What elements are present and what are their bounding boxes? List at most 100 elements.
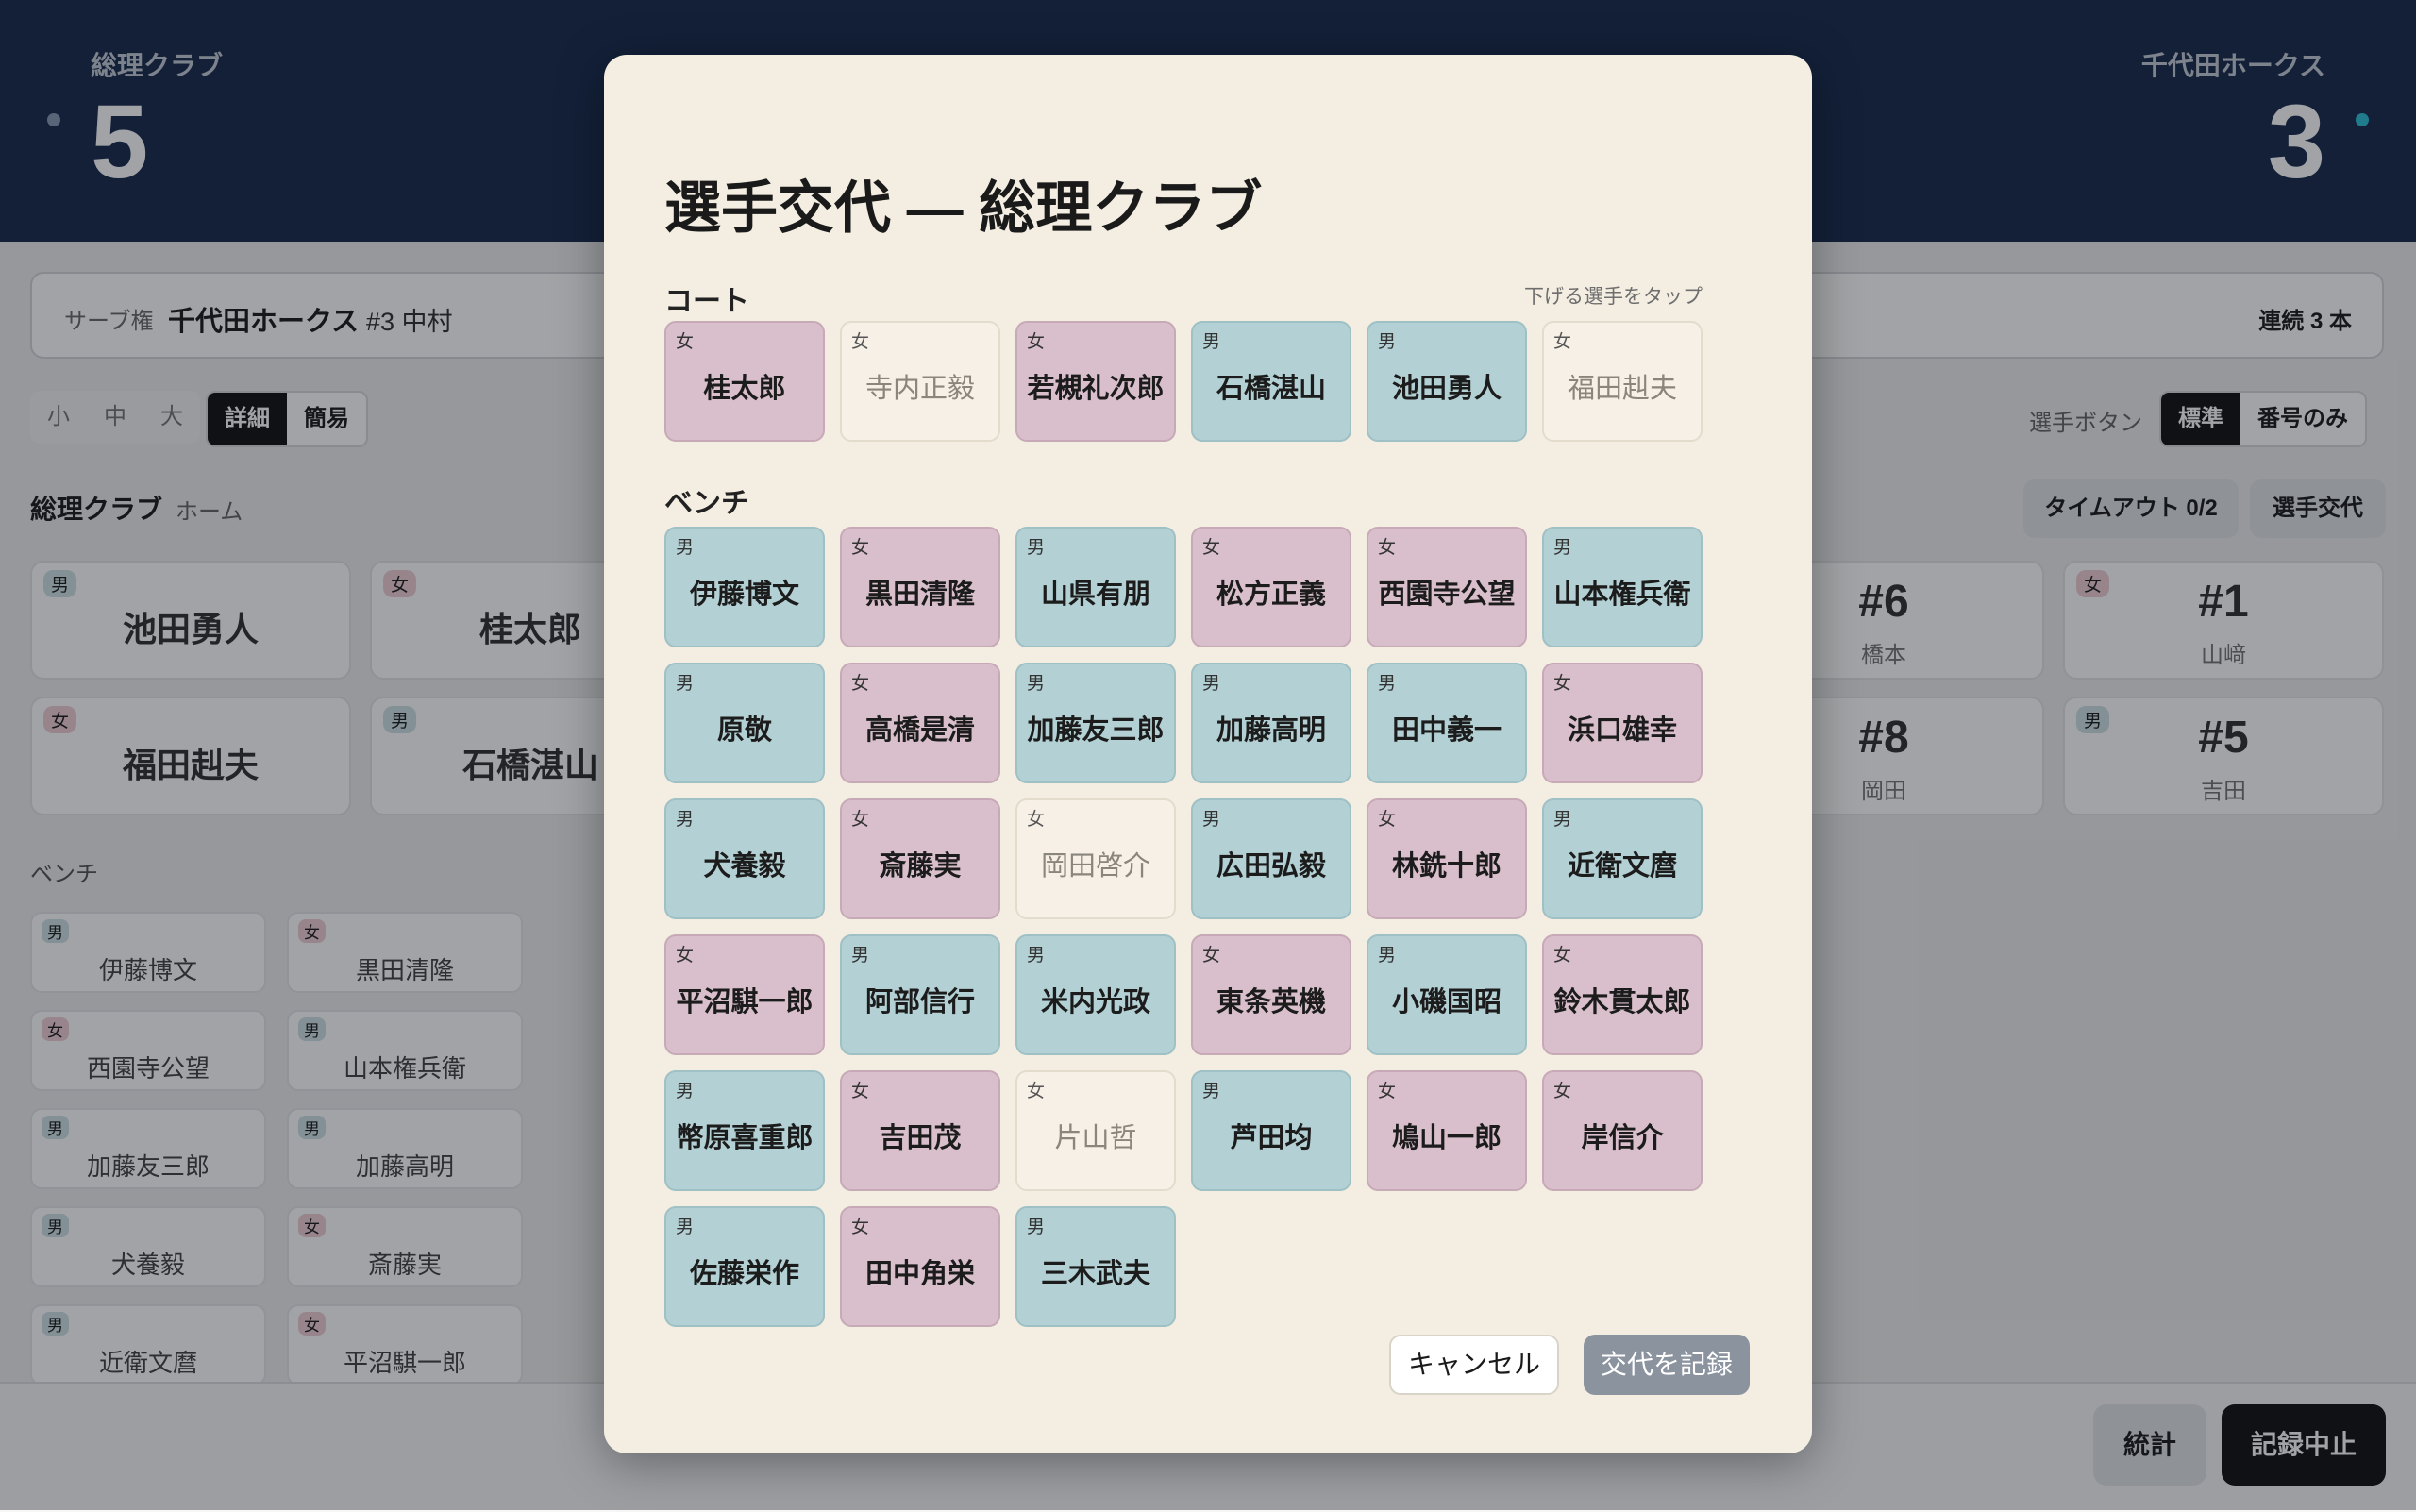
court-player-button[interactable]: 女桂太郎 [664, 321, 825, 442]
gender-badge: 女 [1378, 810, 1397, 830]
court-player-button[interactable]: 男石橋湛山 [1191, 321, 1351, 442]
gender-badge: 女 [676, 332, 695, 352]
gender-badge: 女 [851, 810, 870, 830]
gender-badge: 女 [851, 1082, 870, 1101]
player-name: 桂太郎 [703, 374, 786, 404]
bench-player-button[interactable]: 女岸信介 [1542, 1070, 1703, 1191]
gender-badge: 男 [1378, 674, 1397, 694]
gender-badge: 男 [1027, 946, 1046, 966]
bench-player-button[interactable]: 男原敬 [664, 663, 825, 783]
bench-player-button[interactable]: 男米内光政 [1015, 934, 1176, 1055]
player-name: 犬養毅 [703, 851, 786, 882]
bench-player-button[interactable]: 男犬養毅 [664, 798, 825, 919]
player-name: 三木武夫 [1040, 1259, 1150, 1289]
bench-player-button[interactable]: 女鈴木貫太郎 [1542, 934, 1703, 1055]
bench-player-button[interactable]: 女高橋是清 [840, 663, 1000, 783]
gender-badge: 女 [1027, 1082, 1046, 1101]
court-player-button[interactable]: 女福田赳夫 [1542, 321, 1703, 442]
gender-badge: 男 [1027, 674, 1046, 694]
player-name: 寺内正毅 [864, 374, 975, 404]
player-name: 原敬 [716, 715, 772, 746]
bench-player-button[interactable]: 男阿部信行 [840, 934, 1000, 1055]
bench-player-button[interactable]: 女片山哲 [1015, 1070, 1176, 1191]
court-player-button[interactable]: 女寺内正毅 [840, 321, 1000, 442]
player-name: 加藤高明 [1216, 715, 1326, 746]
court-hint: 下げる選手をタップ [1524, 286, 1703, 308]
gender-badge: 女 [1553, 332, 1572, 352]
court-player-button[interactable]: 男池田勇人 [1367, 321, 1527, 442]
bench-player-button[interactable]: 男加藤高明 [1191, 663, 1351, 783]
bench-player-button[interactable]: 女松方正義 [1191, 527, 1351, 647]
modal-title: 選手交代 — 総理クラブ [664, 176, 1263, 240]
player-name: 佐藤栄作 [689, 1259, 799, 1289]
record-substitution-button[interactable]: 交代を記録 [1584, 1335, 1750, 1395]
court-player-button[interactable]: 女若槻礼次郎 [1015, 321, 1176, 442]
player-name: 林銑十郎 [1391, 851, 1502, 882]
gender-badge: 男 [851, 946, 870, 966]
player-name: 広田弘毅 [1216, 851, 1326, 882]
bench-player-button[interactable]: 男田中義一 [1367, 663, 1527, 783]
gender-badge: 男 [1378, 946, 1397, 966]
player-name: 西園寺公望 [1378, 580, 1516, 610]
player-name: 鳩山一郎 [1391, 1123, 1502, 1153]
gender-badge: 女 [1378, 1082, 1397, 1101]
gender-badge: 男 [1202, 810, 1221, 830]
bench-player-button[interactable]: 女鳩山一郎 [1367, 1070, 1527, 1191]
bench-player-button[interactable]: 女浜口雄幸 [1542, 663, 1703, 783]
bench-player-button[interactable]: 女東条英機 [1191, 934, 1351, 1055]
bench-player-button[interactable]: 男加藤友三郎 [1015, 663, 1176, 783]
player-name: 米内光政 [1040, 987, 1150, 1017]
gender-badge: 女 [1553, 946, 1572, 966]
player-name: 吉田茂 [879, 1123, 962, 1153]
player-name: 福田赳夫 [1567, 374, 1677, 404]
gender-badge: 女 [1202, 946, 1221, 966]
gender-badge: 女 [1378, 538, 1397, 558]
player-name: 斎藤実 [879, 851, 962, 882]
gender-badge: 男 [1202, 674, 1221, 694]
bench-player-button[interactable]: 女岡田啓介 [1015, 798, 1176, 919]
bench-player-button[interactable]: 男佐藤栄作 [664, 1206, 825, 1327]
player-name: 山本権兵衛 [1553, 580, 1691, 610]
player-name: 阿部信行 [864, 987, 975, 1017]
player-name: 松方正義 [1216, 580, 1326, 610]
gender-badge: 女 [676, 946, 695, 966]
player-name: 田中義一 [1391, 715, 1502, 746]
bench-player-button[interactable]: 女平沼騏一郎 [664, 934, 825, 1055]
bench-player-button[interactable]: 男小磯国昭 [1367, 934, 1527, 1055]
player-name: 小磯国昭 [1391, 987, 1502, 1017]
bench-player-button[interactable]: 男広田弘毅 [1191, 798, 1351, 919]
player-name: 岡田啓介 [1040, 851, 1150, 882]
player-name: 片山哲 [1054, 1123, 1137, 1153]
gender-badge: 女 [851, 674, 870, 694]
player-name: 芦田均 [1230, 1123, 1313, 1153]
cancel-button[interactable]: キャンセル [1389, 1335, 1559, 1395]
player-name: 鈴木貫太郎 [1553, 987, 1691, 1017]
bench-player-button[interactable]: 女田中角栄 [840, 1206, 1000, 1327]
bench-player-button[interactable]: 女吉田茂 [840, 1070, 1000, 1191]
bench-player-button[interactable]: 男三木武夫 [1015, 1206, 1176, 1327]
player-name: 石橋湛山 [1216, 374, 1326, 404]
bench-player-button[interactable]: 女西園寺公望 [1367, 527, 1527, 647]
bench-player-button[interactable]: 男幣原喜重郎 [664, 1070, 825, 1191]
bench-player-button[interactable]: 男近衛文麿 [1542, 798, 1703, 919]
bench-player-button[interactable]: 男芦田均 [1191, 1070, 1351, 1191]
substitution-modal: 選手交代 — 総理クラブ コート 下げる選手をタップ ベンチ 女桂太郎女寺内正毅… [604, 55, 1812, 1453]
gender-badge: 女 [1553, 1082, 1572, 1101]
bench-player-button[interactable]: 女黒田清隆 [840, 527, 1000, 647]
bench-player-button[interactable]: 女林銑十郎 [1367, 798, 1527, 919]
bench-player-button[interactable]: 女斎藤実 [840, 798, 1000, 919]
bench-player-button[interactable]: 男山本権兵衛 [1542, 527, 1703, 647]
player-name: 近衛文麿 [1567, 851, 1677, 882]
gender-badge: 男 [1027, 1218, 1046, 1237]
player-name: 平沼騏一郎 [676, 987, 814, 1017]
bench-player-button[interactable]: 男山県有朋 [1015, 527, 1176, 647]
bench-player-button[interactable]: 男伊藤博文 [664, 527, 825, 647]
gender-badge: 女 [851, 1218, 870, 1237]
gender-badge: 女 [1553, 674, 1572, 694]
player-name: 東条英機 [1216, 987, 1326, 1017]
gender-badge: 男 [1553, 810, 1572, 830]
gender-badge: 女 [851, 332, 870, 352]
gender-badge: 男 [1027, 538, 1046, 558]
player-name: 黒田清隆 [864, 580, 975, 610]
player-name: 幣原喜重郎 [676, 1123, 814, 1153]
